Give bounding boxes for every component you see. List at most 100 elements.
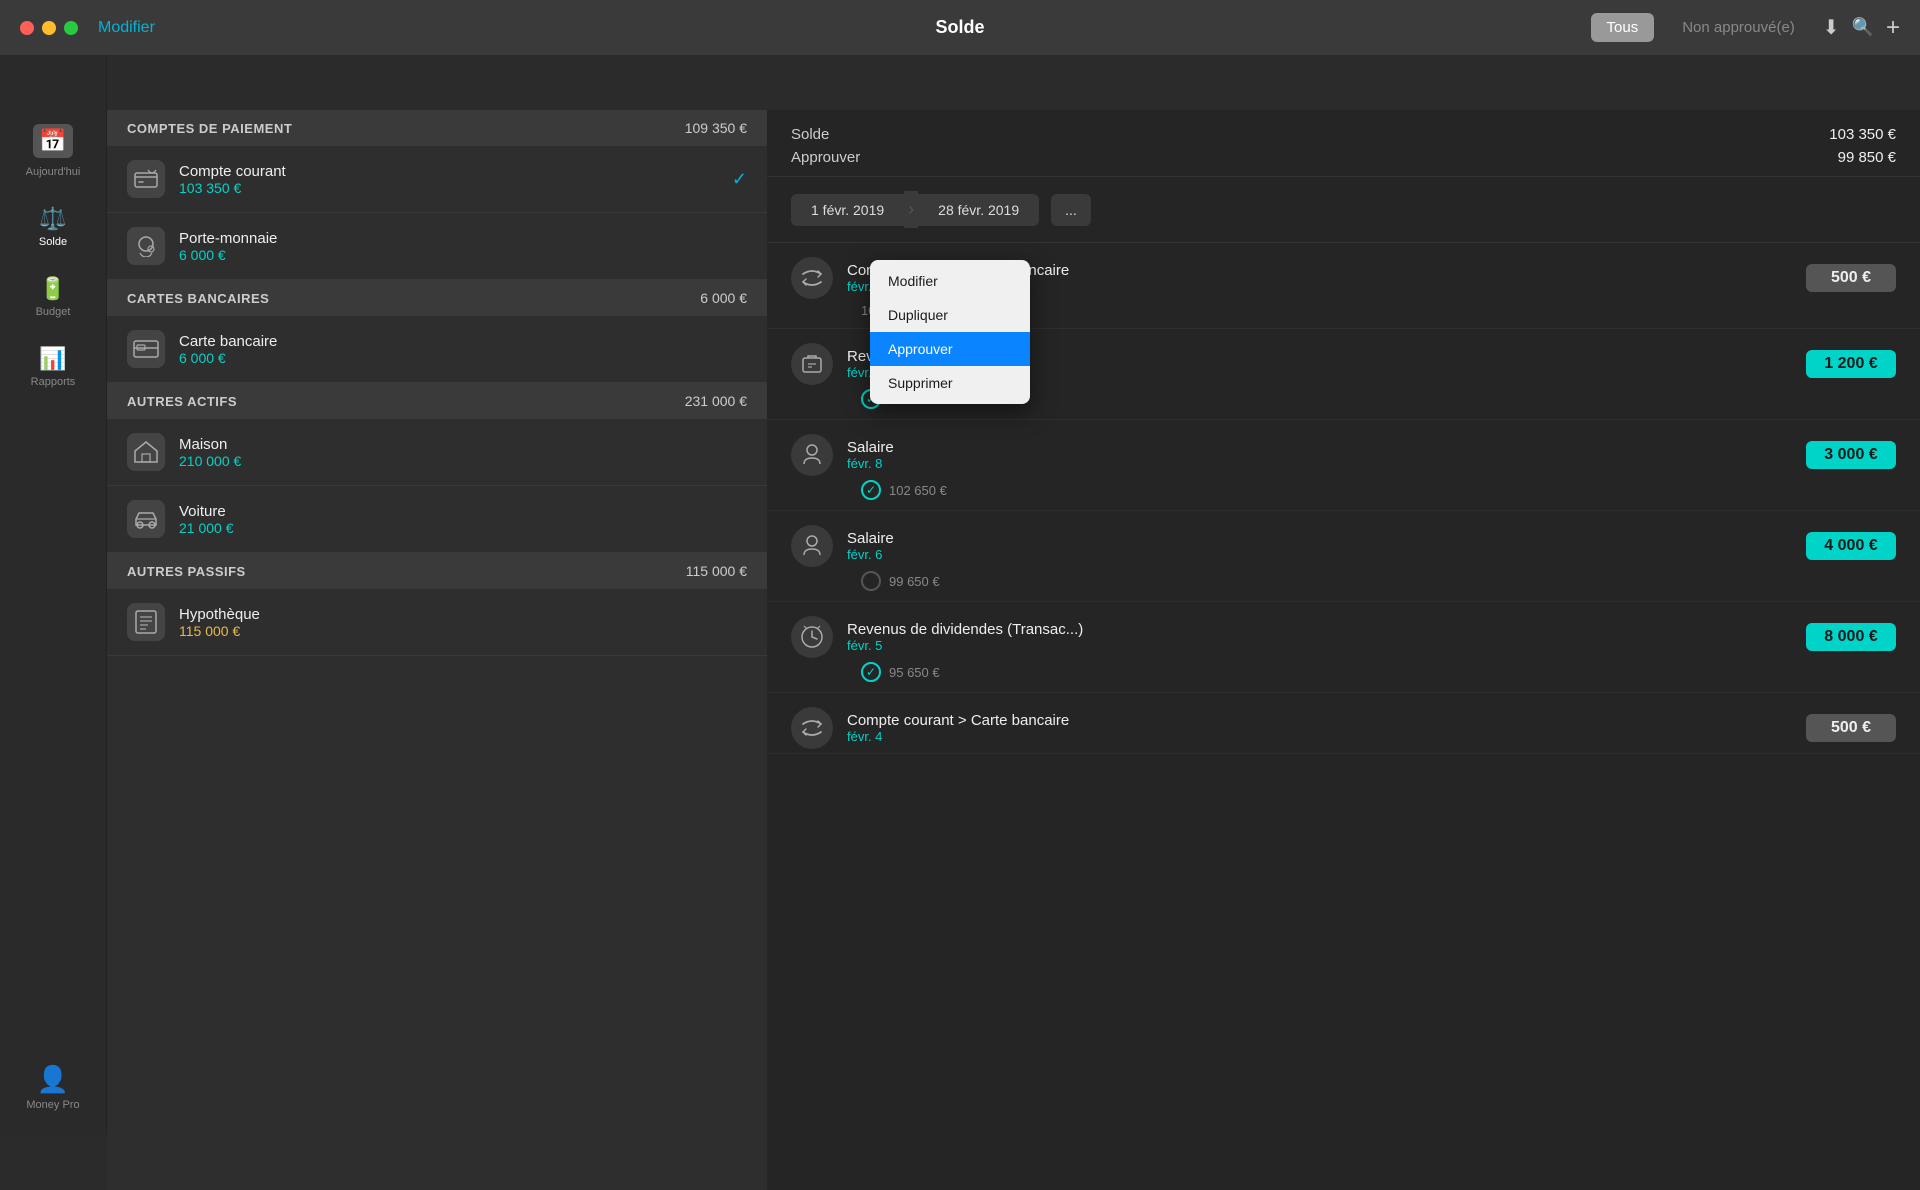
- txn-check-4[interactable]: [861, 571, 881, 591]
- account-balance-porte-monnaie: 6 000 €: [179, 247, 747, 263]
- account-item-compte-courant[interactable]: Compte courant 103 350 € ✓: [107, 146, 767, 213]
- sidebar-item-rapports[interactable]: 📊 Rapports: [0, 332, 106, 402]
- traffic-lights: [20, 21, 78, 35]
- section-header-comptes-paiement: COMPTES DE PAIEMENT 109 350 €: [107, 110, 767, 146]
- account-balance-compte-courant: 103 350 €: [179, 180, 718, 196]
- calendar-icon: 15 📅: [33, 124, 72, 158]
- context-menu-supprimer[interactable]: Supprimer: [870, 366, 1030, 400]
- account-item-carte-bancaire[interactable]: Carte bancaire 6 000 €: [107, 316, 767, 383]
- context-menu-dupliquer[interactable]: Dupliquer: [870, 298, 1030, 332]
- account-balance-hypotheque: 115 000 €: [179, 623, 747, 639]
- txn-title-4: Salaire: [847, 530, 1792, 547]
- search-button[interactable]: 🔍: [1852, 16, 1874, 39]
- section-total-passifs: 115 000 €: [686, 563, 747, 579]
- txn-right-5: 8 000 €: [1806, 623, 1896, 651]
- approuver-value: 99 850 €: [1838, 149, 1896, 166]
- account-info-porte-monnaie: Porte-monnaie 6 000 €: [179, 230, 747, 263]
- transaction-item-txn3[interactable]: Salaire févr. 8 3 000 € ✓ 102 650 €: [767, 420, 1920, 511]
- right-header-labels: Solde Approuver: [791, 126, 860, 166]
- sidebar-item-solde[interactable]: ⚖️ Solde: [0, 192, 106, 262]
- account-item-porte-monnaie[interactable]: Porte-monnaie 6 000 €: [107, 213, 767, 280]
- minimize-button[interactable]: [42, 21, 56, 35]
- account-item-voiture[interactable]: Voiture 21 000 €: [107, 486, 767, 553]
- txn-content-6: Compte courant > Carte bancaire févr. 4: [847, 712, 1792, 744]
- section-total-actifs: 231 000 €: [685, 393, 747, 409]
- txn-date-4: févr. 6: [847, 547, 1792, 562]
- section-total-cartes: 6 000 €: [700, 290, 747, 306]
- sidebar-item-budget[interactable]: 🔋 Budget: [0, 262, 106, 332]
- account-info-compte-courant: Compte courant 103 350 €: [179, 163, 718, 196]
- budget-icon: 🔋: [39, 276, 66, 302]
- sidebar-item-aujourd-hui[interactable]: 15 📅 Aujourd'hui: [0, 110, 106, 192]
- account-name-voiture: Voiture: [179, 503, 747, 520]
- modifier-button[interactable]: Modifier: [98, 19, 155, 37]
- section-header-cartes: CARTES BANCAIRES 6 000 €: [107, 280, 767, 316]
- txn-balance-5: 95 650 €: [889, 665, 940, 680]
- txn-amount-6: 500 €: [1806, 714, 1896, 742]
- txn-right-3: 3 000 €: [1806, 441, 1896, 469]
- txn-icon-transfer-1: [791, 257, 833, 299]
- txn-date-3: févr. 8: [847, 456, 1792, 471]
- section-title-actifs: AUTRES ACTIFS: [127, 394, 237, 409]
- date-start-button[interactable]: 1 févr. 2019: [791, 194, 904, 226]
- search-icon: 🔍: [1852, 17, 1874, 37]
- account-name-porte-monnaie: Porte-monnaie: [179, 230, 747, 247]
- date-more-button[interactable]: ...: [1051, 194, 1091, 226]
- txn-content-5: Revenus de dividendes (Transac...) févr.…: [847, 621, 1792, 653]
- txn-date-5: févr. 5: [847, 638, 1792, 653]
- filter-tous-button[interactable]: Tous: [1591, 13, 1655, 42]
- account-info-maison: Maison 210 000 €: [179, 436, 747, 469]
- txn-check-3[interactable]: ✓: [861, 480, 881, 500]
- txn-check-5[interactable]: ✓: [861, 662, 881, 682]
- account-icon-porte-monnaie: [127, 227, 165, 265]
- txn-right-2: 1 200 €: [1806, 350, 1896, 378]
- txn-icon-salary-4: [791, 525, 833, 567]
- txn-content-3: Salaire févr. 8: [847, 439, 1792, 471]
- add-button[interactable]: +: [1886, 14, 1900, 42]
- account-balance-maison: 210 000 €: [179, 453, 747, 469]
- checkmark-compte-courant: ✓: [732, 169, 747, 190]
- account-name-maison: Maison: [179, 436, 747, 453]
- transaction-item-txn4[interactable]: Salaire févr. 6 4 000 € 99 650 €: [767, 511, 1920, 602]
- transaction-item-txn6[interactable]: Compte courant > Carte bancaire févr. 4 …: [767, 693, 1920, 754]
- section-header-passifs: AUTRES PASSIFS 115 000 €: [107, 553, 767, 589]
- txn-right-1: 500 €: [1806, 264, 1896, 292]
- txn-date-6: févr. 4: [847, 729, 1792, 744]
- section-header-actifs: AUTRES ACTIFS 231 000 €: [107, 383, 767, 419]
- filter-non-approuve-button[interactable]: Non approuvé(e): [1666, 13, 1811, 42]
- account-item-hypotheque[interactable]: Hypothèque 115 000 €: [107, 589, 767, 656]
- close-button[interactable]: [20, 21, 34, 35]
- solde-label: Solde: [791, 126, 860, 143]
- txn-right-4: 4 000 €: [1806, 532, 1896, 560]
- sidebar-label-aujourd-hui: Aujourd'hui: [26, 166, 81, 178]
- context-menu-modifier[interactable]: Modifier: [870, 264, 1030, 298]
- sidebar-item-money-pro[interactable]: 👤 Money Pro: [0, 1050, 106, 1125]
- txn-amount-4: 4 000 €: [1806, 532, 1896, 560]
- sidebar-label-money-pro: Money Pro: [26, 1099, 79, 1111]
- window-title: Solde: [935, 17, 984, 38]
- account-name-compte-courant: Compte courant: [179, 163, 718, 180]
- titlebar: Modifier Solde Tous Non approuvé(e) ⬇ 🔍 …: [0, 0, 1920, 55]
- sidebar-label-rapports: Rapports: [31, 376, 76, 388]
- txn-right-6: 500 €: [1806, 714, 1896, 742]
- sidebar-label-solde: Solde: [39, 236, 67, 248]
- solde-value: 103 350 €: [1829, 126, 1896, 143]
- context-menu: Modifier Dupliquer Approuver Supprimer: [870, 260, 1030, 404]
- right-header: Solde Approuver 103 350 € 99 850 €: [767, 110, 1920, 177]
- txn-balance-4: 99 650 €: [889, 574, 940, 589]
- sidebar-label-budget: Budget: [36, 306, 71, 318]
- transaction-item-txn5[interactable]: Revenus de dividendes (Transac...) févr.…: [767, 602, 1920, 693]
- account-item-maison[interactable]: Maison 210 000 €: [107, 419, 767, 486]
- add-icon: +: [1886, 14, 1900, 41]
- maximize-button[interactable]: [64, 21, 78, 35]
- txn-amount-2: 1 200 €: [1806, 350, 1896, 378]
- account-name-hypotheque: Hypothèque: [179, 606, 747, 623]
- context-menu-approuver[interactable]: Approuver: [870, 332, 1030, 366]
- date-end-button[interactable]: 28 févr. 2019: [918, 194, 1039, 226]
- txn-icon-salary-2: [791, 343, 833, 385]
- section-title-passifs: AUTRES PASSIFS: [127, 564, 246, 579]
- date-arrow-icon: ›: [904, 191, 918, 228]
- account-balance-voiture: 21 000 €: [179, 520, 747, 536]
- download-button[interactable]: ⬇: [1823, 15, 1840, 40]
- txn-title-6: Compte courant > Carte bancaire: [847, 712, 1792, 729]
